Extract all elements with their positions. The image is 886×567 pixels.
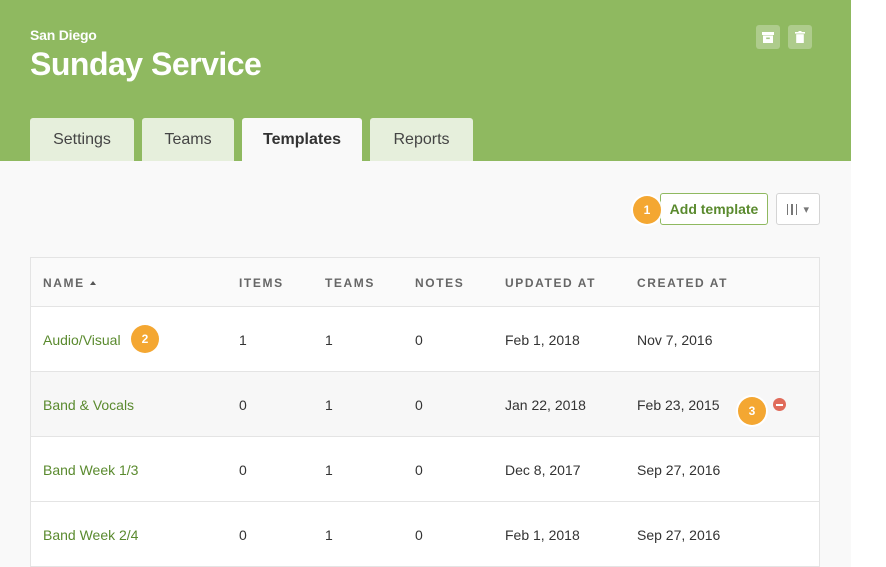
updated-at: Dec 8, 2017: [505, 462, 581, 478]
table-header: NAME ITEMS TEAMS NOTES UPDATED AT CREATE…: [31, 258, 819, 307]
items-count: 1: [239, 332, 247, 348]
updated-at: Feb 1, 2018: [505, 332, 580, 348]
tab-reports[interactable]: Reports: [370, 118, 473, 161]
items-count: 0: [239, 462, 247, 478]
page-gutter: [851, 0, 886, 567]
delete-button[interactable]: [788, 25, 812, 49]
templates-table: NAME ITEMS TEAMS NOTES UPDATED AT CREATE…: [30, 257, 820, 567]
column-header-name[interactable]: NAME: [43, 276, 96, 290]
created-at: Nov 7, 2016: [637, 332, 713, 348]
archive-icon: [762, 31, 774, 43]
teams-count: 1: [325, 332, 333, 348]
created-at: Sep 27, 2016: [637, 462, 721, 478]
template-name-link[interactable]: Band & Vocals: [43, 397, 134, 413]
columns-dropdown-button[interactable]: ▾: [776, 193, 820, 225]
tab-settings[interactable]: Settings: [30, 118, 134, 161]
trash-icon: [795, 31, 805, 43]
items-count: 0: [239, 527, 247, 543]
callout-badge-2: 2: [131, 325, 159, 353]
remove-icon[interactable]: [773, 398, 786, 411]
template-name-link[interactable]: Audio/Visual: [43, 332, 121, 348]
add-template-button[interactable]: Add template: [660, 193, 768, 225]
notes-count: 0: [415, 527, 423, 543]
column-header-created-at[interactable]: CREATED AT: [637, 276, 728, 290]
teams-count: 1: [325, 527, 333, 543]
table-row: Band Week 1/3 0 1 0 Dec 8, 2017 Sep 27, …: [31, 437, 819, 502]
column-header-teams[interactable]: TEAMS: [325, 276, 375, 290]
org-name: San Diego: [30, 27, 97, 43]
notes-count: 0: [415, 332, 423, 348]
updated-at: Jan 22, 2018: [505, 397, 586, 413]
sort-ascending-icon: [89, 281, 96, 285]
created-at: Feb 23, 2015: [637, 397, 720, 413]
tab-bar: Settings Teams Templates Reports: [30, 118, 481, 161]
created-at: Sep 27, 2016: [637, 527, 721, 543]
tab-teams[interactable]: Teams: [142, 118, 234, 161]
teams-count: 1: [325, 397, 333, 413]
column-header-items[interactable]: ITEMS: [239, 276, 284, 290]
notes-count: 0: [415, 462, 423, 478]
archive-button[interactable]: [756, 25, 780, 49]
items-count: 0: [239, 397, 247, 413]
table-row: Band & Vocals 0 1 0 Jan 22, 2018 Feb 23,…: [31, 372, 819, 437]
app: San Diego Sunday Service Settings Teams …: [0, 0, 851, 567]
column-header-updated-at[interactable]: UPDATED AT: [505, 276, 596, 290]
callout-badge-1: 1: [633, 196, 661, 224]
caret-down-icon: ▾: [803, 203, 810, 216]
tab-templates[interactable]: Templates: [242, 118, 362, 161]
template-name-link[interactable]: Band Week 1/3: [43, 462, 138, 478]
updated-at: Feb 1, 2018: [505, 527, 580, 543]
table-row: Band Week 2/4 0 1 0 Feb 1, 2018 Sep 27, …: [31, 502, 819, 567]
notes-count: 0: [415, 397, 423, 413]
page-title: Sunday Service: [30, 46, 262, 82]
template-name-link[interactable]: Band Week 2/4: [43, 527, 138, 543]
page-header: San Diego Sunday Service Settings Teams …: [0, 0, 851, 161]
column-header-notes[interactable]: NOTES: [415, 276, 464, 290]
callout-badge-3: 3: [738, 397, 766, 425]
columns-icon: [786, 203, 798, 215]
teams-count: 1: [325, 462, 333, 478]
